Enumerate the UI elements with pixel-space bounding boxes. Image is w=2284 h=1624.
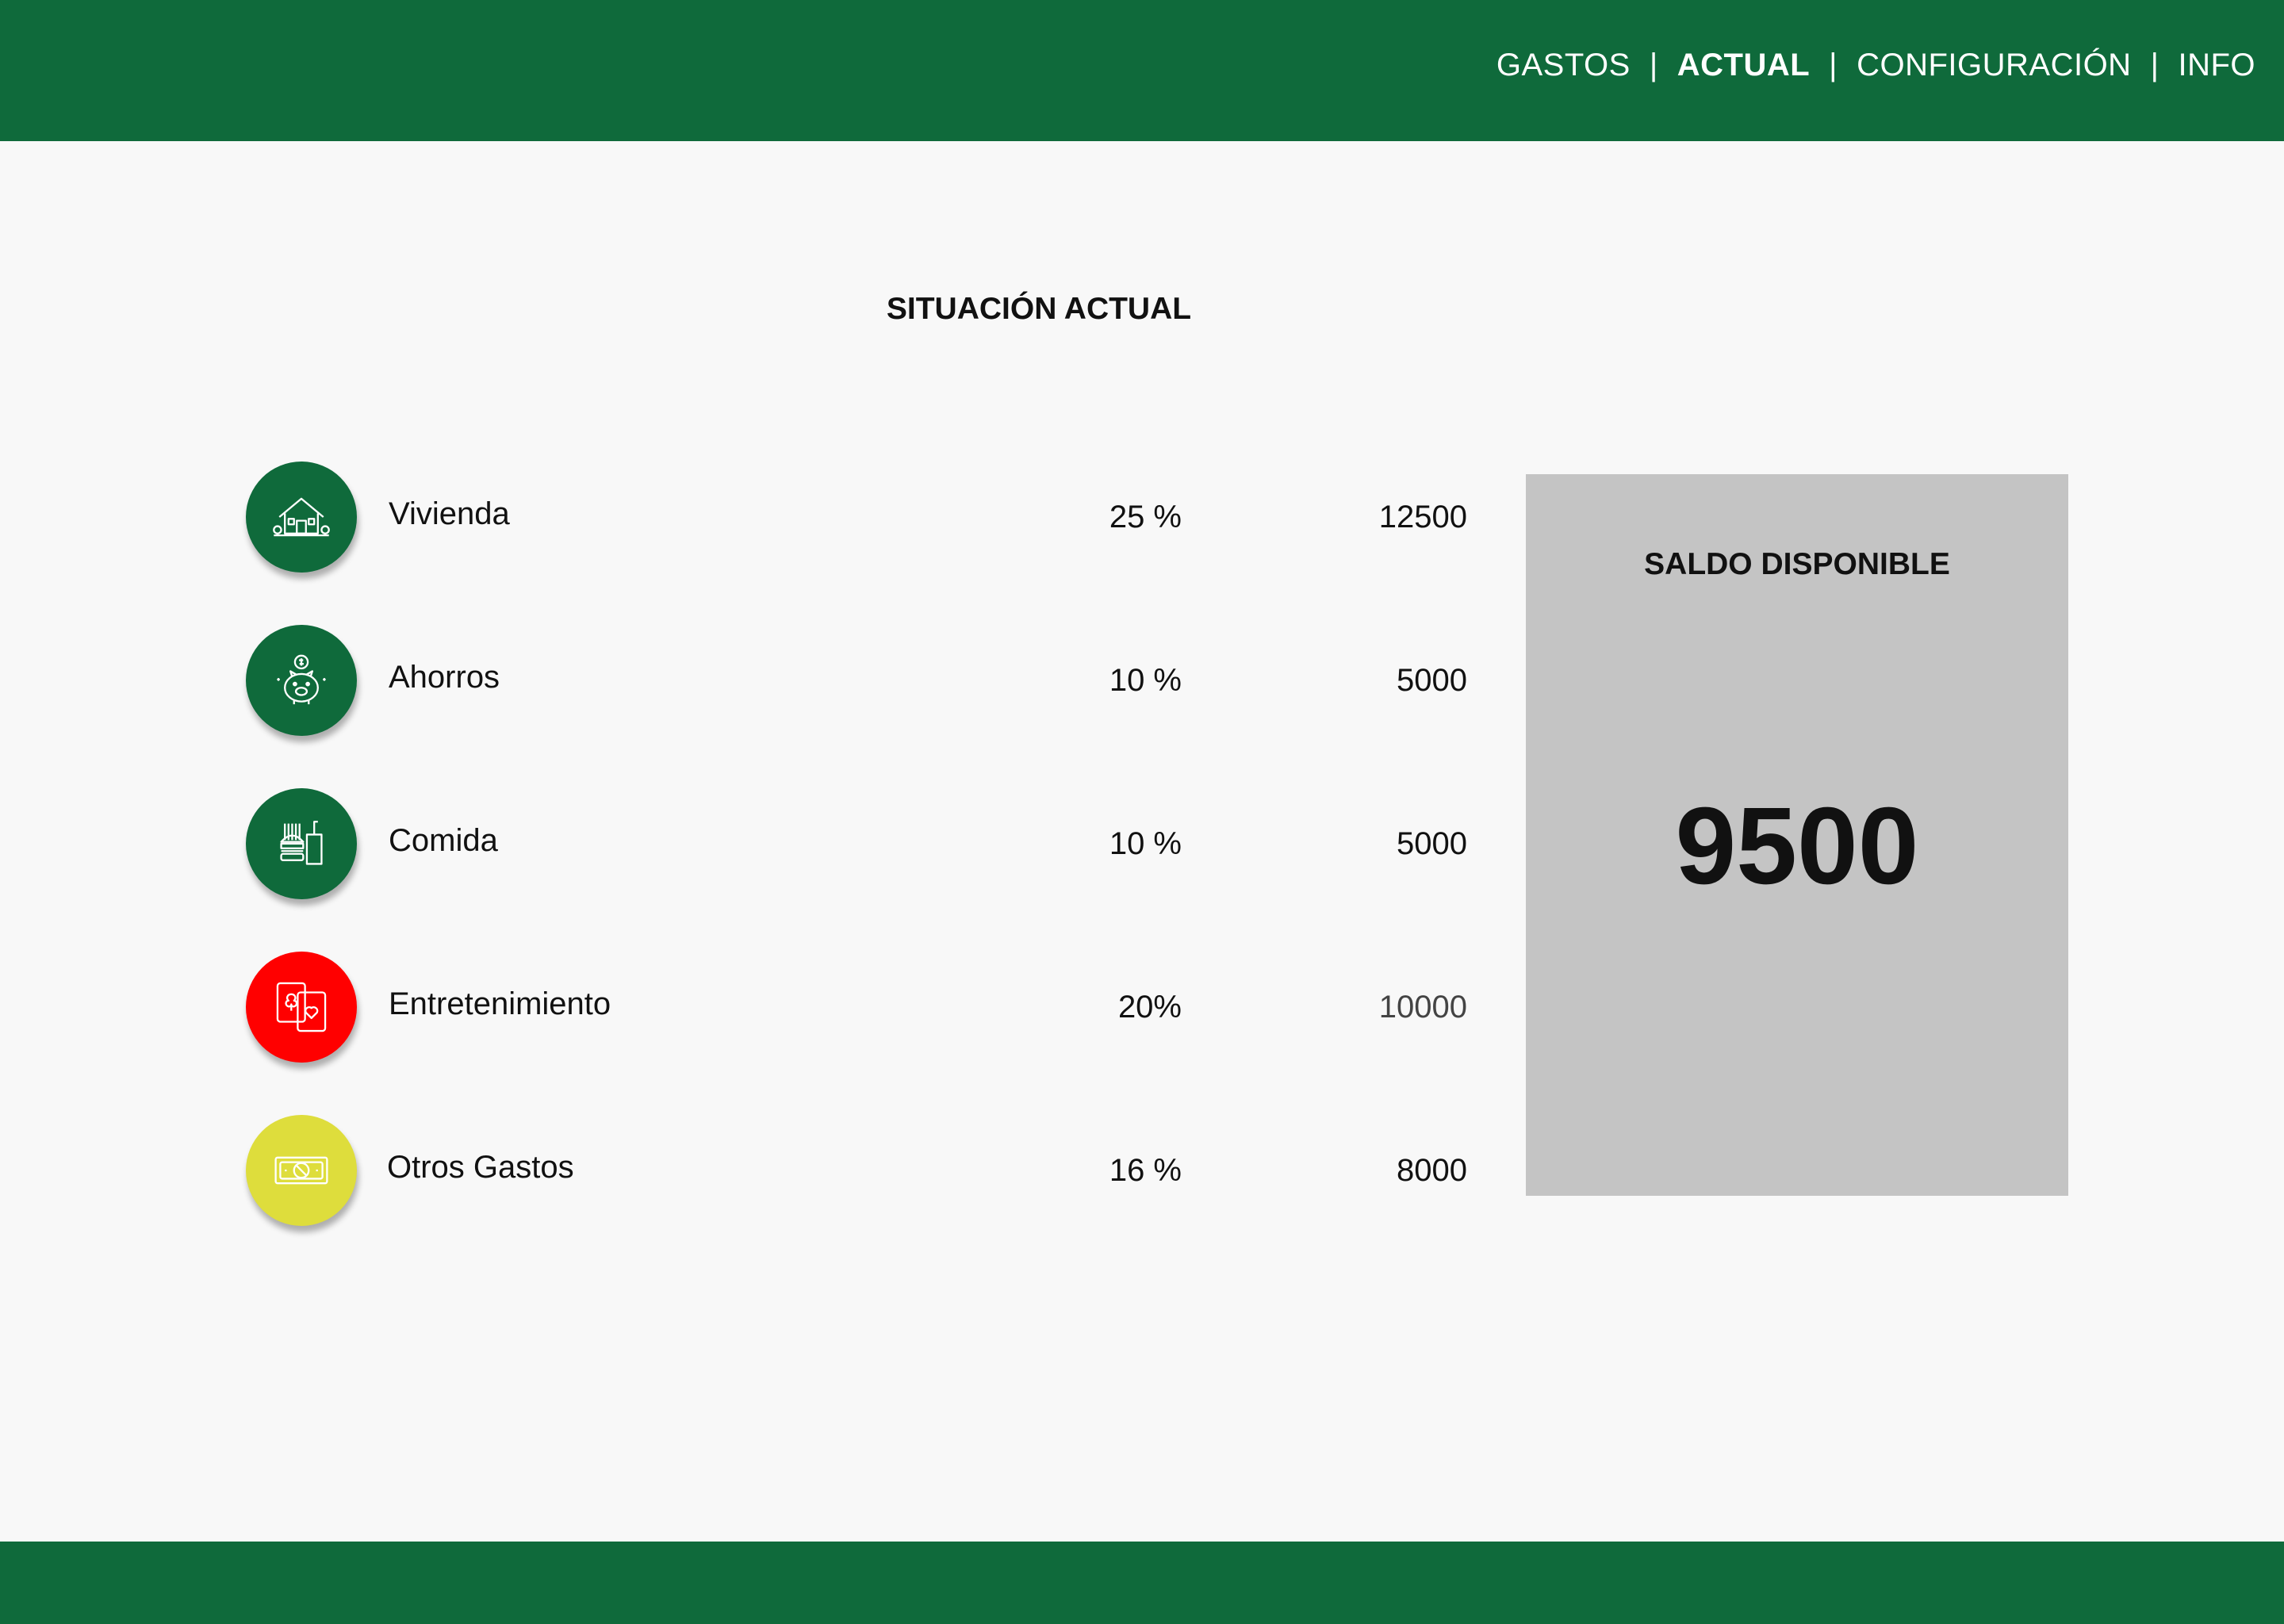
- category-amount: 12500: [1378, 500, 1467, 534]
- category-row-otros-gastos: Otros Gastos 16 % 8000: [246, 1115, 1467, 1226]
- category-label: Vivienda: [389, 496, 510, 531]
- category-row-comida: Comida 10 % 5000: [246, 788, 1467, 899]
- house-icon[interactable]: [246, 462, 357, 573]
- category-label: Otros Gastos: [387, 1150, 574, 1185]
- main-nav: GASTOS | ACTUAL | CONFIGURACIÓN | INFO: [1496, 48, 2255, 83]
- category-label: Ahorros: [389, 660, 500, 695]
- saldo-panel: SALDO DISPONIBLE 9500: [1526, 474, 2068, 1196]
- category-amount: 5000: [1397, 826, 1467, 861]
- category-amount: 5000: [1397, 663, 1467, 698]
- nav-separator: |: [1829, 48, 1838, 82]
- piggy-bank-icon[interactable]: [246, 625, 357, 736]
- category-row-entretenimiento: Entretenimiento 20% 10000: [246, 952, 1467, 1063]
- top-bar: GASTOS | ACTUAL | CONFIGURACIÓN | INFO: [0, 0, 2284, 141]
- category-percent: 16 %: [1109, 1153, 1182, 1188]
- saldo-title: SALDO DISPONIBLE: [1644, 547, 1950, 581]
- category-label: Comida: [389, 823, 498, 858]
- category-amount: 10000: [1378, 990, 1467, 1025]
- nav-item-actual[interactable]: ACTUAL: [1677, 48, 1810, 83]
- page-title: SITUACIÓN ACTUAL: [0, 292, 2284, 327]
- page-title-text: SITUACIÓN ACTUAL: [886, 292, 1192, 326]
- category-label: Entretenimiento: [389, 986, 611, 1021]
- money-bill-icon[interactable]: [246, 1115, 357, 1226]
- nav-separator: |: [2150, 48, 2159, 82]
- nav-item-info[interactable]: INFO: [2178, 48, 2255, 83]
- food-icon[interactable]: [246, 788, 357, 899]
- playing-cards-icon[interactable]: [246, 952, 357, 1063]
- category-row-vivienda: Vivienda 25 % 12500: [246, 462, 1467, 573]
- category-row-ahorros: Ahorros 10 % 5000: [246, 625, 1467, 736]
- nav-separator: |: [1649, 48, 1658, 82]
- nav-item-gastos[interactable]: GASTOS: [1496, 48, 1631, 83]
- category-percent: 25 %: [1109, 500, 1182, 534]
- nav-item-configuracion[interactable]: CONFIGURACIÓN: [1857, 48, 2132, 83]
- category-percent: 20%: [1117, 990, 1182, 1025]
- category-percent: 10 %: [1109, 826, 1182, 861]
- category-amount: 8000: [1397, 1153, 1467, 1188]
- saldo-value: 9500: [1675, 785, 1919, 907]
- category-percent: 10 %: [1109, 663, 1182, 698]
- bottom-bar: [0, 1542, 2284, 1624]
